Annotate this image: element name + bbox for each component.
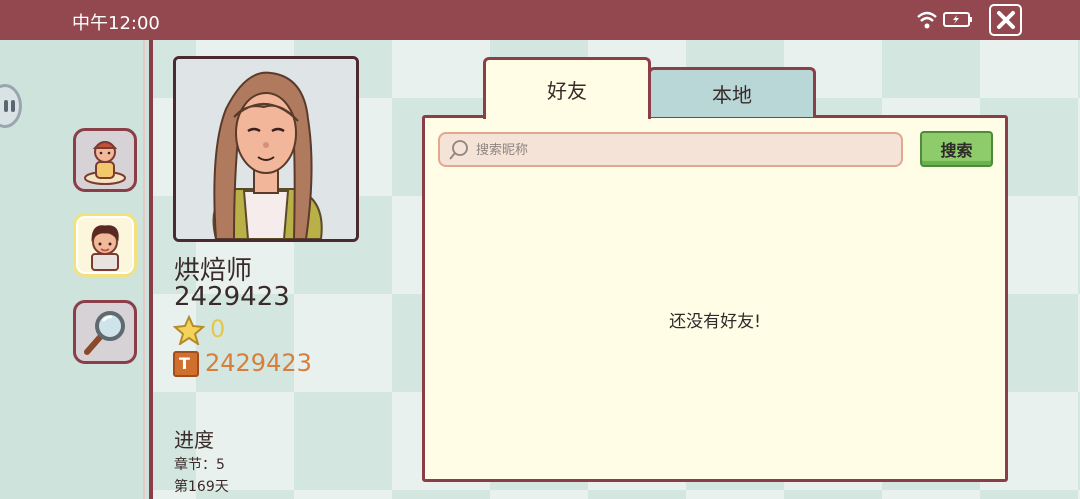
search-box xyxy=(438,132,903,167)
progress-day: 第169天 xyxy=(174,479,229,495)
coin-icon: T xyxy=(173,351,199,377)
star-icon xyxy=(173,315,205,345)
friends-panel xyxy=(422,115,1008,482)
side-button-search[interactable] xyxy=(73,300,137,364)
search-input[interactable] xyxy=(476,139,896,161)
rail-divider xyxy=(143,40,145,499)
close-button[interactable] xyxy=(989,4,1022,36)
player-id: 2429423 xyxy=(174,282,290,312)
profile-avatar xyxy=(173,56,359,242)
status-bar: 中午12:00 xyxy=(0,0,1080,40)
star-count: 0 xyxy=(210,315,226,343)
status-time: 中午12:00 xyxy=(72,13,160,34)
side-button-friends[interactable] xyxy=(73,213,137,277)
search-icon xyxy=(449,140,468,160)
chef-avatar-icon xyxy=(84,141,126,185)
search-button[interactable]: 搜索 xyxy=(920,131,993,167)
wifi-icon xyxy=(917,11,937,29)
baker-portrait xyxy=(176,59,356,239)
tab-friends[interactable]: 好友 xyxy=(483,57,651,119)
progress-chapter: 章节：5 xyxy=(174,457,225,473)
progress-title: 进度 xyxy=(174,428,214,452)
magnifier-icon xyxy=(84,311,125,355)
friends-avatar-icon xyxy=(91,225,119,271)
tab-local[interactable]: 本地 xyxy=(648,67,816,117)
side-button-chef[interactable] xyxy=(73,128,137,192)
close-icon xyxy=(996,11,1015,29)
battery-icon xyxy=(943,12,972,27)
empty-friends-message: 还没有好友! xyxy=(669,312,761,332)
coin-count: 2429423 xyxy=(205,349,312,377)
